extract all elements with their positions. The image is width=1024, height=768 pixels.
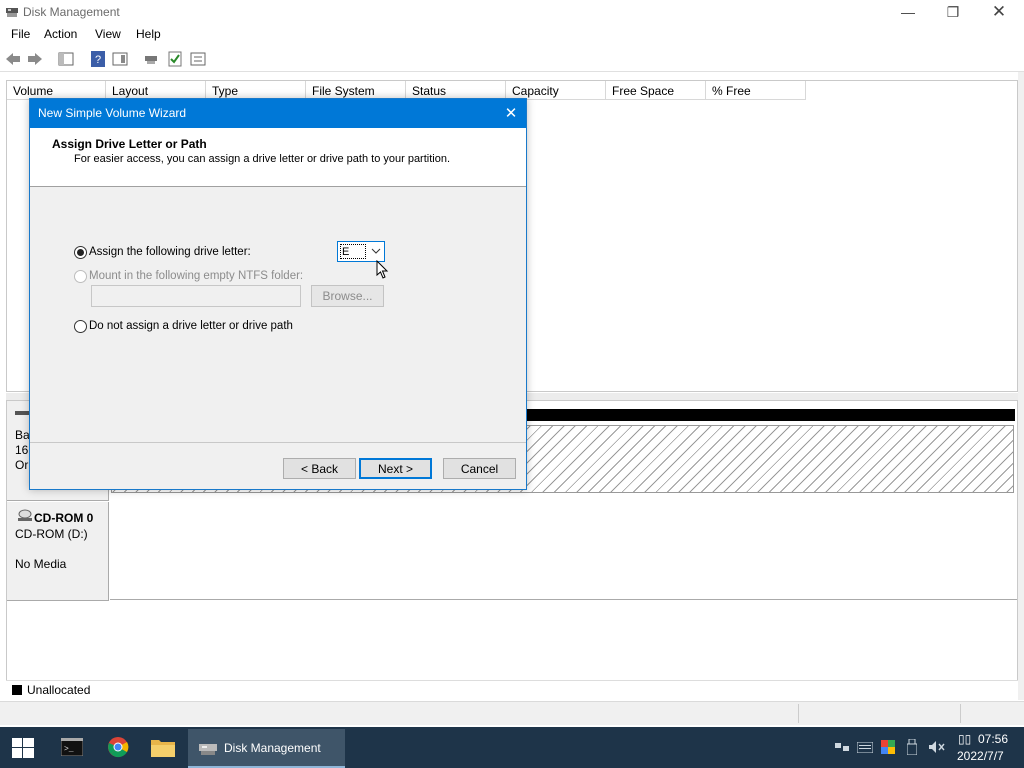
close-window-button[interactable]: ✕ [976,0,1022,24]
file-explorer-icon[interactable] [151,738,175,757]
disk-management-taskbar-icon [198,740,218,756]
dialog-title-bar: New Simple Volume Wizard ✕ [30,99,526,128]
menu-bar: File Action View Help [0,24,1024,45]
cdrom-name: CD-ROM 0 [34,511,94,525]
assign-drive-letter-radio[interactable] [74,246,87,259]
vertical-scrollbar[interactable] [1018,72,1024,700]
taskbar-app-label: Disk Management [224,741,321,755]
clock-date[interactable]: 2022/7/7 [957,749,1004,763]
legend-bar: Unallocated [6,680,1018,700]
connect-disk-icon[interactable] [142,50,160,68]
no-drive-letter-label[interactable]: Do not assign a drive letter or drive pa… [89,320,293,332]
restore-button[interactable]: ❐ [930,0,976,24]
usb-icon[interactable] [906,738,918,756]
wizard-heading: Assign Drive Letter or Path [52,137,207,151]
cdrom-icon [17,509,32,522]
drive-letter-dropdown[interactable]: E [337,241,385,262]
list-view-icon[interactable] [189,50,207,68]
svg-text:>_: >_ [64,745,74,754]
drive-letter-selected: E [340,244,366,259]
menu-action[interactable]: Action [44,27,77,41]
status-divider [798,704,799,723]
cdrom-media-status: No Media [15,557,67,571]
footer-divider [30,442,526,443]
next-button[interactable]: Next > [359,458,432,479]
column-percent-free[interactable]: % Free [706,81,806,100]
taskbar-disk-management-button[interactable]: Disk Management [188,729,345,768]
cancel-button[interactable]: Cancel [443,458,516,479]
dialog-title: New Simple Volume Wizard [38,106,187,120]
drive-letter-value: E [342,246,350,258]
back-arrow-icon[interactable] [4,50,22,68]
disk-icon [15,411,29,415]
row-divider [110,599,1017,600]
disk-0-status-partial: Or [15,458,29,472]
dialog-close-button[interactable]: ✕ [500,102,522,124]
disk-0-label-partial: Ba [15,428,30,442]
forward-arrow-icon[interactable] [26,50,44,68]
new-simple-volume-wizard-dialog: New Simple Volume Wizard ✕ Assign Drive … [29,98,527,490]
status-bar [0,701,1024,725]
chevron-down-icon [370,245,382,257]
back-button[interactable]: < Back [283,458,356,479]
windows-start-icon[interactable] [12,738,34,758]
menu-view[interactable]: View [95,27,121,41]
toolbar: ? [0,46,1024,72]
network-icon[interactable] [835,741,849,753]
properties-panel-icon[interactable] [111,50,129,68]
taskbar: >_ Disk Management ▯▯ 07:56 2022/7/7 [0,727,1024,768]
mouse-cursor-icon [376,259,390,280]
disk-management-app-icon [5,5,19,19]
volume-muted-icon[interactable] [928,740,946,754]
ntfs-folder-path-input[interactable] [91,285,301,307]
browse-button[interactable]: Browse... [311,285,384,307]
wizard-header: Assign Drive Letter or Path For easier a… [30,128,526,187]
status-divider [960,704,961,723]
svg-text:?: ? [95,54,101,66]
clock-time[interactable]: 07:56 [978,732,1008,746]
keyboard-icon[interactable] [856,741,874,754]
menu-help[interactable]: Help [136,27,161,41]
wizard-subheading: For easier access, you can assign a driv… [74,153,451,165]
assign-drive-letter-label[interactable]: Assign the following drive letter: [89,246,251,258]
cdrom-drive: CD-ROM (D:) [15,527,88,541]
column-free-space[interactable]: Free Space [606,81,706,100]
cdrom-0-info[interactable]: CD-ROM 0 CD-ROM (D:) No Media [7,502,109,601]
mount-ntfs-folder-radio[interactable] [74,270,87,283]
show-hide-console-tree-icon[interactable] [57,50,75,68]
legend-unallocated: Unallocated [27,683,91,697]
minimize-button[interactable]: — [885,0,931,24]
no-drive-letter-radio[interactable] [74,320,87,333]
window-title: Disk Management [23,5,120,19]
window-title-bar: Disk Management — ❐ ✕ [0,0,1024,24]
checkmark-document-icon[interactable] [166,50,184,68]
menu-file[interactable]: File [11,27,30,41]
command-prompt-icon[interactable]: >_ [60,737,84,757]
help-icon[interactable]: ? [89,50,107,68]
ime-indicator[interactable]: ▯▯ [958,732,971,746]
mount-ntfs-folder-label: Mount in the following empty NTFS folder… [89,270,304,282]
chrome-icon[interactable] [107,736,129,758]
color-app-icon[interactable] [881,740,895,754]
unallocated-legend-swatch [12,685,22,695]
